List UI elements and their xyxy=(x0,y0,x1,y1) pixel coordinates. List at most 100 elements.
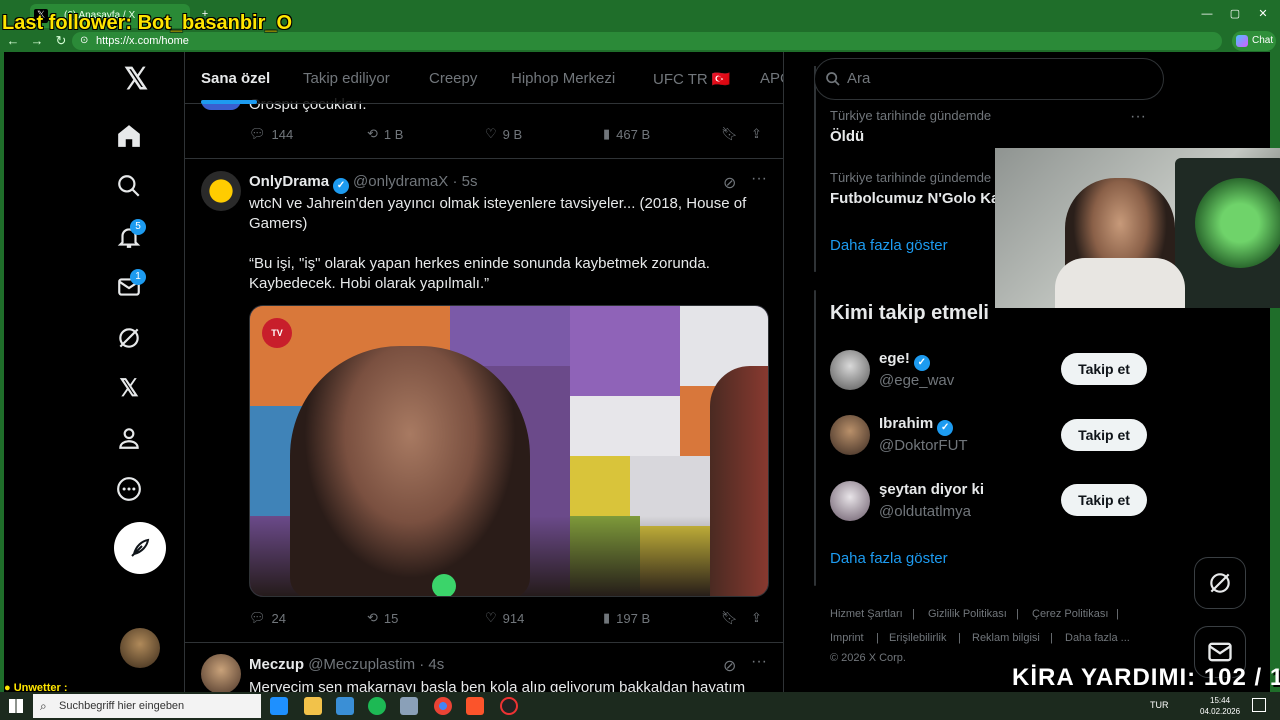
search-icon: ⌕ xyxy=(40,699,47,713)
tweet-more-icon[interactable]: ··· xyxy=(751,653,767,671)
footer-terms-link[interactable]: Hizmet Şartları xyxy=(830,608,903,620)
tab-for-you[interactable]: Sana özel xyxy=(201,70,270,87)
footer-imprint-link[interactable]: Imprint xyxy=(830,632,864,644)
compose-post-button[interactable] xyxy=(114,522,166,574)
edge-icon[interactable] xyxy=(270,697,288,715)
tweet-author[interactable]: Meczup @Meczuplastim · 4s xyxy=(249,656,444,673)
bookmark-icon[interactable]: 🔖︎ xyxy=(721,610,738,626)
footer-copyright: © 2026 X Corp. xyxy=(830,652,906,664)
follow-button[interactable]: Takip et xyxy=(1061,419,1147,451)
language-indicator[interactable]: TUR xyxy=(1150,700,1169,710)
onlydrama-avatar[interactable] xyxy=(201,171,241,211)
rent-goal-overlay: KİRA YARDIMI: 102 / 110 xyxy=(1012,664,1280,691)
timeline-tabs: Sana özel Takip ediliyor Creepy Hiphop M… xyxy=(185,52,783,104)
follow-button[interactable]: Takip et xyxy=(1061,353,1147,385)
tweet-author[interactable]: OnlyDrama ✓ @onlydramaX · 5s xyxy=(249,173,478,194)
more-options-icon[interactable] xyxy=(114,474,144,504)
show-more-trends-link[interactable]: Daha fazla göster xyxy=(830,237,948,254)
share-icon[interactable]: ⇪ xyxy=(751,610,762,626)
trend-more-icon[interactable]: ··· xyxy=(1130,108,1146,126)
profile-icon[interactable] xyxy=(114,423,144,453)
footer-ads-link[interactable]: Reklam bilgisi xyxy=(972,632,1040,644)
follow-name[interactable]: ege! ✓ xyxy=(879,350,934,371)
like-button[interactable]: ♡ 914 xyxy=(485,610,524,626)
taskbar-clock[interactable]: 15:44 04.02.2026 xyxy=(1200,695,1240,717)
maximize-icon[interactable]: ▢ xyxy=(1224,6,1246,22)
account-avatar[interactable] xyxy=(120,628,160,668)
calculator-icon[interactable] xyxy=(400,697,418,715)
tab-ufc-tr[interactable]: UFC TR 🇹🇷 xyxy=(653,70,731,88)
grok-icon xyxy=(1210,573,1230,593)
divider xyxy=(185,158,783,159)
follow-name[interactable]: şeytan diyor ki xyxy=(879,481,984,498)
follow-avatar[interactable] xyxy=(830,481,870,521)
obs-icon[interactable] xyxy=(500,697,518,715)
tweet-video[interactable]: TV xyxy=(249,305,769,597)
x-logo-icon[interactable]: 𝕏 xyxy=(124,64,156,96)
store-icon[interactable] xyxy=(336,697,354,715)
who-to-follow-title: Kimi takip etmeli xyxy=(830,302,989,324)
repost-icon: ⟲ xyxy=(367,610,378,625)
tab-creepy[interactable]: Creepy xyxy=(429,70,477,87)
search-placeholder: Ara xyxy=(847,70,871,87)
frame-left xyxy=(0,52,4,692)
url-text: https://x.com/home xyxy=(96,35,189,47)
tweet-text: Mervecim sen makarnayı başla ben kola al… xyxy=(249,679,746,692)
mascot-icon xyxy=(432,574,456,596)
trend-name[interactable]: Futbolcumuz N'Golo Kanté xyxy=(830,190,1022,207)
search-input[interactable]: Ara xyxy=(814,58,1164,100)
footer-more-link[interactable]: Daha fazla ... xyxy=(1065,632,1130,644)
footer-cookies-link[interactable]: Çerez Politikası xyxy=(1032,608,1108,620)
chrome-icon[interactable] xyxy=(434,697,452,715)
tab-apc[interactable]: APC xyxy=(760,70,783,87)
tweet-text-1: wtcN ve Jahrein'den yayıncı olmak isteye… xyxy=(249,195,747,232)
home-icon[interactable] xyxy=(114,121,144,151)
wall-tile xyxy=(570,306,680,396)
prev-tweet-actions: 💬︎ 144 ⟲ 1 B ♡ 9 B ▮ 467 B 🔖︎ ⇪ xyxy=(249,126,769,146)
grok-explain-icon[interactable]: ⊘ xyxy=(723,173,736,193)
follow-handle: @DoktorFUT xyxy=(879,437,968,454)
grok-explain-icon[interactable]: ⊘ xyxy=(723,656,736,676)
person-figure xyxy=(710,366,768,596)
premium-x-icon[interactable]: 𝕏 xyxy=(114,373,144,403)
reply-icon: 💬︎ xyxy=(249,126,266,141)
repost-button[interactable]: ⟲ 15 xyxy=(367,610,398,626)
follow-name[interactable]: Ibrahim ✓ xyxy=(879,415,957,436)
like-button[interactable]: ♡ 9 B xyxy=(485,126,522,142)
show-more-follow-link[interactable]: Daha fazla göster xyxy=(830,550,948,567)
chat-button[interactable]: Chat xyxy=(1232,31,1276,51)
notification-center-icon[interactable] xyxy=(1252,698,1266,712)
trend-name[interactable]: Öldü xyxy=(830,128,864,145)
repost-button[interactable]: ⟲ 1 B xyxy=(367,126,403,142)
follow-avatar[interactable] xyxy=(830,350,870,390)
who-to-follow-card xyxy=(814,290,816,586)
channel-logo: TV xyxy=(262,318,292,348)
reply-button[interactable]: 💬︎ 144 xyxy=(249,126,293,142)
views-button[interactable]: ▮ 467 B xyxy=(603,126,650,142)
windows-start-icon[interactable] xyxy=(9,699,23,713)
follow-avatar[interactable] xyxy=(830,415,870,455)
tweet-more-icon[interactable]: ··· xyxy=(751,170,767,188)
tab-following[interactable]: Takip ediliyor xyxy=(303,70,390,87)
tab-hiphop-merkezi[interactable]: Hiphop Merkezi xyxy=(511,70,615,87)
close-window-icon[interactable]: ✕ xyxy=(1252,6,1274,22)
minimize-icon[interactable]: — xyxy=(1196,6,1218,22)
spotify-icon[interactable] xyxy=(368,697,386,715)
grok-icon[interactable] xyxy=(114,323,144,353)
file-explorer-icon[interactable] xyxy=(304,697,322,715)
grok-floating-button[interactable] xyxy=(1194,557,1246,609)
footer-accessibility-link[interactable]: Erişilebilirlik xyxy=(889,632,946,644)
footer-privacy-link[interactable]: Gizlilik Politikası xyxy=(928,608,1007,620)
reply-button[interactable]: 💬︎ 24 xyxy=(249,610,286,626)
views-button[interactable]: ▮ 197 B xyxy=(603,610,650,626)
bookmark-icon[interactable]: 🔖︎ xyxy=(721,126,738,142)
share-icon[interactable]: ⇪ xyxy=(751,126,762,142)
explore-icon[interactable] xyxy=(114,171,144,201)
portal-art xyxy=(1195,178,1280,268)
follow-handle: @oldutatlmya xyxy=(879,503,971,520)
trend-context: Türkiye tarihinde gündemde xyxy=(830,108,992,123)
taskbar-search[interactable]: ⌕ Suchbegriff hier eingeben xyxy=(33,694,261,718)
meczup-avatar[interactable] xyxy=(201,654,241,692)
brave-icon[interactable] xyxy=(466,697,484,715)
follow-button[interactable]: Takip et xyxy=(1061,484,1147,516)
